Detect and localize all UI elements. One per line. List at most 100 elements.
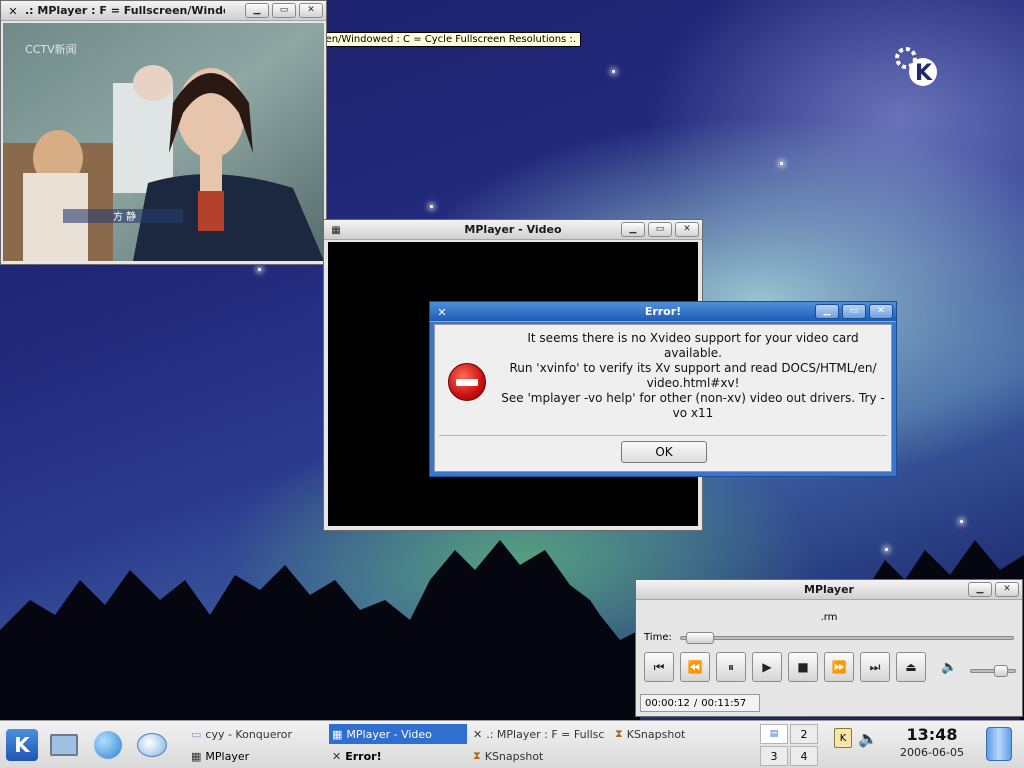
- stop-button[interactable]: ■: [788, 652, 818, 682]
- x-mplayer-icon: ✕: [473, 727, 483, 741]
- close-button[interactable]: ✕: [675, 222, 699, 237]
- error-dialog[interactable]: ✕ Error! ▁ ▭ ✕ It seems there is no Xvid…: [429, 301, 897, 477]
- close-button[interactable]: ✕: [995, 582, 1019, 597]
- task-konqueror[interactable]: ▭ cyy - Konqueror: [188, 724, 326, 744]
- star: [430, 205, 433, 208]
- elapsed-time: 00:00:12: [645, 697, 690, 709]
- x-icon[interactable]: ✕: [434, 304, 450, 320]
- skip-back-button[interactable]: ⏮: [644, 652, 674, 682]
- kde-logo-icon: K: [895, 47, 937, 86]
- desktop-2-button[interactable]: 2: [790, 724, 818, 744]
- task-mplayer-tv[interactable]: ✕ .: MPlayer : F = Fullsc: [470, 724, 608, 744]
- maximize-button[interactable]: ▭: [648, 222, 672, 237]
- play-button[interactable]: ▶: [752, 652, 782, 682]
- skip-forward-button[interactable]: ⏭: [860, 652, 890, 682]
- news-caption: 方 静: [113, 210, 136, 223]
- clock[interactable]: 13:48 2006-06-05: [892, 725, 972, 759]
- task-mplayer-video[interactable]: ▦ MPlayer - Video: [329, 724, 467, 744]
- task-error[interactable]: ✕ Error!: [329, 746, 467, 766]
- seek-handle[interactable]: [686, 632, 715, 644]
- klipper-icon[interactable]: K: [834, 728, 852, 748]
- system-tray: K 🔈: [834, 725, 886, 751]
- task-mplayer[interactable]: ▦ MPlayer: [188, 746, 326, 766]
- star: [258, 268, 261, 271]
- maximize-button[interactable]: ▭: [272, 3, 296, 18]
- task-ksnapshot[interactable]: ⧗ KSnapshot: [612, 724, 750, 744]
- task-label: KSnapshot: [626, 727, 686, 741]
- tv-window-title: .: MPlayer : F = Fullscreen/Window: [25, 4, 225, 17]
- mplayer-control-window[interactable]: MPlayer ▁ ✕ .rm Time: ⏮ ⏪ ⏸ ▶ ■ ⏩ ⏭ ⏏ 🔈 …: [635, 579, 1023, 717]
- kde-taskbar: K ▭ cyy - Konqueror ▦ MPlayer - Video ✕ …: [0, 720, 1024, 768]
- error-message-line: video.html#xv!: [646, 376, 740, 390]
- volume-handle[interactable]: [993, 665, 1008, 677]
- time-label: Time:: [644, 632, 672, 643]
- error-dialog-body: It seems there is no Xvideo support for …: [434, 324, 892, 472]
- volume-slider[interactable]: [970, 665, 1016, 677]
- fast-forward-button[interactable]: ⏩: [824, 652, 854, 682]
- news-video-frame: CCTV新闻 方 静: [3, 23, 324, 261]
- volume-tray-icon[interactable]: 🔈: [858, 729, 878, 748]
- minimize-button[interactable]: ▁: [245, 3, 269, 18]
- mplayer-tv-window[interactable]: ✕ .: MPlayer : F = Fullscreen/Window ▁ ▭…: [0, 0, 327, 265]
- task-label: .: MPlayer : F = Fullsc: [486, 727, 605, 741]
- error-message-line: vo x11: [672, 406, 714, 420]
- error-message-line: available.: [664, 346, 722, 360]
- stop-error-icon: [448, 363, 486, 401]
- error-message-line: Run 'xvinfo' to verify its Xv support an…: [509, 361, 877, 375]
- task-ksnapshot-2[interactable]: ⧗ KSnapshot: [470, 746, 608, 766]
- clock-date: 2006-06-05: [900, 746, 964, 759]
- svg-text:K: K: [915, 61, 933, 86]
- hourglass-icon: ⧗: [615, 727, 623, 740]
- film-strip-icon: ▦: [332, 727, 343, 741]
- video-window-titlebar[interactable]: ▦ MPlayer - Video ▁ ▭ ✕: [324, 220, 702, 240]
- star: [780, 162, 783, 165]
- minimize-button[interactable]: ▁: [621, 222, 645, 237]
- rewind-button[interactable]: ⏪: [680, 652, 710, 682]
- kde-k-icon: K: [6, 729, 38, 761]
- tv-window-titlebar[interactable]: ✕ .: MPlayer : F = Fullscreen/Window ▁ ▭…: [1, 1, 326, 21]
- desktop-1-button[interactable]: ▤: [760, 724, 788, 744]
- eject-button[interactable]: ⏏: [896, 652, 926, 682]
- task-label: MPlayer - Video: [346, 727, 432, 741]
- pager-window-icon: ▤: [769, 729, 779, 739]
- minimize-button[interactable]: ▁: [968, 582, 992, 597]
- time-separator: /: [693, 697, 698, 709]
- film-strip-icon[interactable]: ▦: [328, 222, 344, 238]
- close-button[interactable]: ✕: [299, 3, 323, 18]
- star: [612, 70, 615, 73]
- task-label: Error!: [345, 749, 382, 763]
- clock-time: 13:48: [906, 725, 958, 744]
- seek-bar[interactable]: [680, 632, 1014, 644]
- divider: [439, 435, 887, 436]
- pause-button[interactable]: ⏸: [716, 652, 746, 682]
- x-icon: ✕: [332, 749, 342, 763]
- total-time: 00:11:57: [701, 697, 747, 709]
- trash-icon[interactable]: [986, 727, 1012, 761]
- x-mplayer-icon[interactable]: ✕: [5, 3, 21, 19]
- video-window-title: MPlayer - Video: [464, 223, 562, 236]
- player-window-titlebar[interactable]: MPlayer ▁ ✕: [636, 580, 1022, 600]
- close-button[interactable]: ✕: [869, 304, 893, 319]
- folder-icon: ▭: [191, 727, 202, 741]
- film-strip-icon: ▦: [191, 749, 202, 763]
- desktop-launcher[interactable]: [46, 727, 82, 763]
- desktop-3-button[interactable]: 3: [760, 746, 788, 766]
- task-label: KSnapshot: [484, 749, 544, 763]
- error-message: It seems there is no Xvideo support for …: [493, 331, 893, 421]
- speaker-icon: 🔈: [941, 660, 958, 675]
- error-message-line: It seems there is no Xvideo support for …: [527, 331, 859, 345]
- desktop-4-button[interactable]: 4: [790, 746, 818, 766]
- konqueror-globe-icon: [94, 731, 122, 759]
- browser-launcher[interactable]: [90, 727, 126, 763]
- maximize-button[interactable]: ▭: [842, 304, 866, 319]
- kmail-icon: [137, 733, 167, 757]
- error-dialog-titlebar[interactable]: ✕ Error! ▁ ▭ ✕: [430, 302, 896, 322]
- k-menu-button[interactable]: K: [4, 727, 40, 763]
- mail-launcher[interactable]: [134, 727, 170, 763]
- ok-button[interactable]: OK: [621, 441, 707, 463]
- file-name: .rm: [820, 612, 838, 623]
- minimize-button[interactable]: ▁: [815, 304, 839, 319]
- error-dialog-title: Error!: [644, 305, 682, 318]
- channel-logo: CCTV新闻: [25, 42, 77, 56]
- monitor-icon: [50, 734, 78, 756]
